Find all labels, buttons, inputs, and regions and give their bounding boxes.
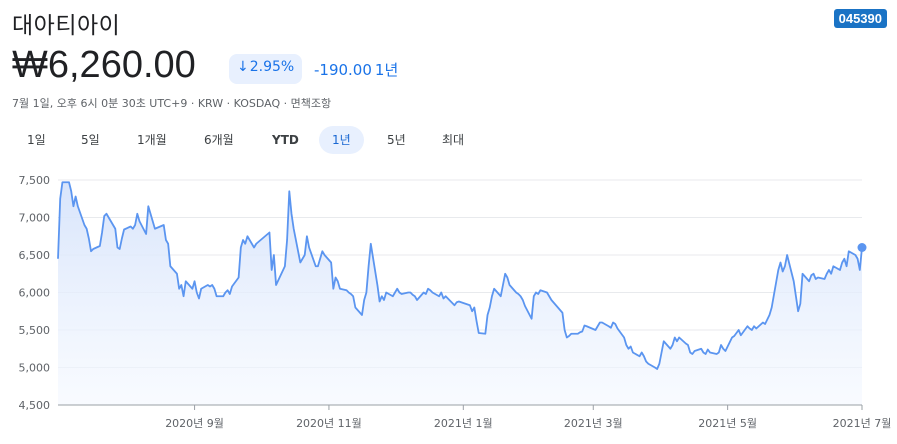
tab-ytd[interactable]: YTD: [259, 126, 312, 154]
y-axis-labels: 7,500 7,000 6,500 6,000 5,500 5,000 4,500: [19, 174, 51, 412]
y-tick-label: 5,500: [19, 324, 51, 337]
stock-name: 대아티아이: [12, 13, 121, 39]
arrow-down-icon: ↓: [237, 59, 249, 75]
x-tick-label: 2021년 7월: [833, 417, 892, 430]
x-tick-label: 2020년 11월: [296, 417, 362, 430]
price-chart[interactable]: 7,500 7,000 6,500 6,000 5,500 5,000 4,500 2020…: [0, 168, 897, 444]
y-tick-label: 4,500: [19, 399, 51, 412]
tab-5y[interactable]: 5년: [374, 126, 419, 154]
ticker-badge[interactable]: 045390: [833, 9, 887, 28]
tab-1y[interactable]: 1년: [319, 126, 364, 154]
current-price: ₩6,260.00: [12, 44, 196, 86]
x-tick-label: 2020년 9월: [165, 417, 224, 430]
x-tick-label: 2021년 5월: [698, 417, 757, 430]
x-axis-ticks: 2020년 9월 2020년 11월 2021년 1월 2021년 3월 2021년 5…: [165, 405, 891, 430]
change-summary: -190.00 1년: [314, 59, 398, 80]
x-tick-label: 2021년 1월: [434, 417, 493, 430]
y-tick-label: 7,500: [19, 174, 51, 187]
change-percent-badge: ↓2.95%: [229, 54, 303, 84]
tab-1d[interactable]: 1일: [14, 126, 59, 154]
change-amount: -190.00: [314, 61, 372, 79]
range-tabs: 1일 5일 1개월 6개월 YTD 1년 5년 최대: [0, 126, 897, 154]
y-tick-label: 5,000: [19, 362, 51, 375]
tab-6m[interactable]: 6개월: [191, 126, 247, 154]
change-percent: 2.95%: [249, 59, 295, 75]
price-area: [58, 182, 862, 405]
x-tick-label: 2021년 3월: [564, 417, 623, 430]
y-tick-label: 6,500: [19, 249, 51, 262]
tab-max[interactable]: 최대: [429, 126, 477, 154]
y-tick-label: 6,000: [19, 287, 51, 300]
change-period: 1년: [374, 61, 399, 79]
y-tick-label: 7,000: [19, 212, 51, 225]
tab-5d[interactable]: 5일: [68, 126, 113, 154]
tab-1m[interactable]: 1개월: [124, 126, 180, 154]
last-price-marker: [857, 243, 867, 252]
quote-meta: 7월 1일, 오후 6시 0분 30초 UTC+9 · KRW · KOSDAQ…: [12, 97, 332, 110]
